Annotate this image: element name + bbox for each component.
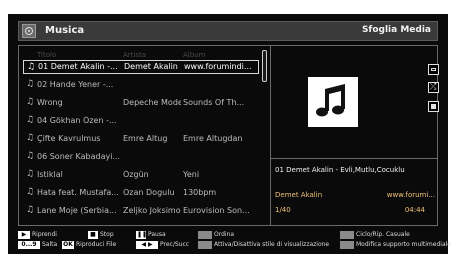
track-row[interactable]: ♫ Hata feat. Mustafa... Ozan Dogulu 130b… (23, 186, 259, 200)
main-panel: Titolo Artista Album ♫ 01 Demet Akalin -… (18, 45, 439, 226)
music-note-icon: ♫ (26, 205, 35, 215)
track-title: Hata feat. Mustafa... (37, 188, 119, 197)
track-title: Wrong (37, 98, 63, 107)
view-style-color-key-icon (198, 241, 212, 249)
track-album: www.forumindi... (184, 62, 252, 71)
prev-next-label: Prec/Succ (160, 241, 190, 248)
pause-label: Pausa (148, 231, 166, 238)
column-header-title[interactable]: Titolo (37, 51, 56, 59)
page-title: Musica (45, 25, 85, 36)
track-row[interactable]: ♫ 06 Soner Kabadayi... (23, 150, 259, 164)
track-title: Istiklal (37, 170, 63, 179)
title-bar: Musica Sfoglia Media (18, 21, 438, 41)
music-note-icon: ♫ (26, 97, 35, 107)
music-note-icon: ♫ (26, 115, 35, 125)
track-artist: Ozan Dogulu (123, 188, 175, 197)
track-artist: Emre Altug (123, 134, 168, 143)
view-style-label: Attiva/Disattiva stile di visualizzazion… (214, 241, 330, 248)
music-note-icon (316, 84, 345, 117)
number-keys-icon: 0...9 (18, 241, 40, 249)
key-legend: ▶ Riprendi ■ Stop ❚❚ Pausa Ordina Ciclo/… (18, 230, 451, 252)
music-note-icon: ♫ (26, 151, 35, 161)
play-key-icon: ▶ (18, 231, 30, 239)
loop-color-key-icon (340, 231, 354, 239)
now-playing-album: www.forumi... (386, 191, 435, 199)
shuffle-icon[interactable]: ⤮ (428, 82, 439, 93)
track-position: 1/40 (275, 206, 291, 214)
repeat-icon[interactable] (428, 64, 439, 75)
column-header-artist[interactable]: Artista (123, 51, 146, 59)
track-title: Çifte Kavrulmus (37, 134, 101, 143)
ok-key-icon: OK (62, 241, 74, 249)
music-note-icon: ♫ (26, 79, 35, 89)
track-title: 01 Demet Akalin -... (38, 62, 118, 71)
now-playing-panel: ⤮ 01 Demet Akalin - Evli,Mutlu,Cocuklu D… (271, 46, 439, 225)
track-row[interactable]: ♫ Lane Moje (Serbia... Zeljko Joksimo...… (23, 204, 259, 218)
track-artist: Zeljko Joksimo... (123, 206, 181, 215)
media-browser-window: Musica Sfoglia Media Titolo Artista Albu… (8, 14, 451, 254)
browse-media-label[interactable]: Sfoglia Media (362, 25, 431, 35)
album-art (308, 77, 358, 127)
jump-label: Salta (42, 241, 58, 248)
track-title: Lane Moje (Serbia... (37, 206, 117, 215)
track-album: Sounds Of Th... (183, 98, 245, 107)
play-label: Riprendi (32, 231, 57, 238)
music-note-icon: ♫ (26, 169, 35, 179)
stop-label: Stop (100, 231, 114, 238)
stop-icon[interactable] (428, 101, 439, 112)
track-title: 02 Hande Yener -... (37, 80, 114, 89)
track-album: 130bpm (183, 188, 217, 197)
multimedia-color-key-icon (340, 241, 354, 249)
track-album: Yeni (183, 170, 200, 179)
track-album: Eurovision Son... (183, 206, 250, 215)
now-playing-artist: Demet Akalin (275, 191, 323, 199)
track-artist: Özgün (123, 170, 149, 179)
list-scrollbar[interactable] (262, 50, 267, 82)
track-list: Titolo Artista Album ♫ 01 Demet Akalin -… (19, 46, 267, 225)
info-divider (271, 158, 437, 159)
track-row[interactable]: ♫ Çifte Kavrulmus Emre Altug Emre Altugd… (23, 132, 259, 146)
stop-key-icon: ■ (88, 231, 98, 239)
track-row[interactable]: ♫ 04 Gökhan Özen -... (23, 114, 259, 128)
track-row[interactable]: ♫ Wrong Depeche Mode Sounds Of Th... (23, 96, 259, 110)
sort-label: Ordina (214, 231, 235, 238)
now-playing-title: 01 Demet Akalin - Evli,Mutlu,Cocuklu (275, 166, 405, 174)
track-artist: Depeche Mode (123, 98, 181, 107)
pause-key-icon: ❚❚ (136, 231, 148, 239)
loop-label: Ciclo/Rip. Casuale (356, 231, 410, 238)
track-artist: Demet Akalin (124, 62, 178, 71)
prev-next-key-icon: ◀ ▶ (136, 241, 158, 249)
sort-color-key-icon (198, 231, 212, 239)
track-duration: 04:44 (404, 206, 425, 214)
track-row[interactable]: ♫ 02 Hande Yener -... (23, 78, 259, 92)
music-app-icon (22, 24, 36, 38)
track-row-selected[interactable]: ♫ 01 Demet Akalin -... Demet Akalin www.… (23, 60, 259, 74)
play-file-label: Riproduci File (76, 241, 117, 248)
column-header-album[interactable]: Album (183, 51, 205, 59)
music-note-icon: ♫ (27, 62, 36, 72)
music-note-icon: ♫ (26, 187, 35, 197)
track-title: 06 Soner Kabadayi... (37, 152, 121, 161)
multimedia-label: Modifica supporto multimediale (356, 241, 451, 248)
track-row[interactable]: ♫ Istiklal Özgün Yeni (23, 168, 259, 182)
music-note-icon: ♫ (26, 133, 35, 143)
track-title: 04 Gökhan Özen -... (37, 116, 117, 125)
track-album: Emre Altugdan (183, 134, 243, 143)
